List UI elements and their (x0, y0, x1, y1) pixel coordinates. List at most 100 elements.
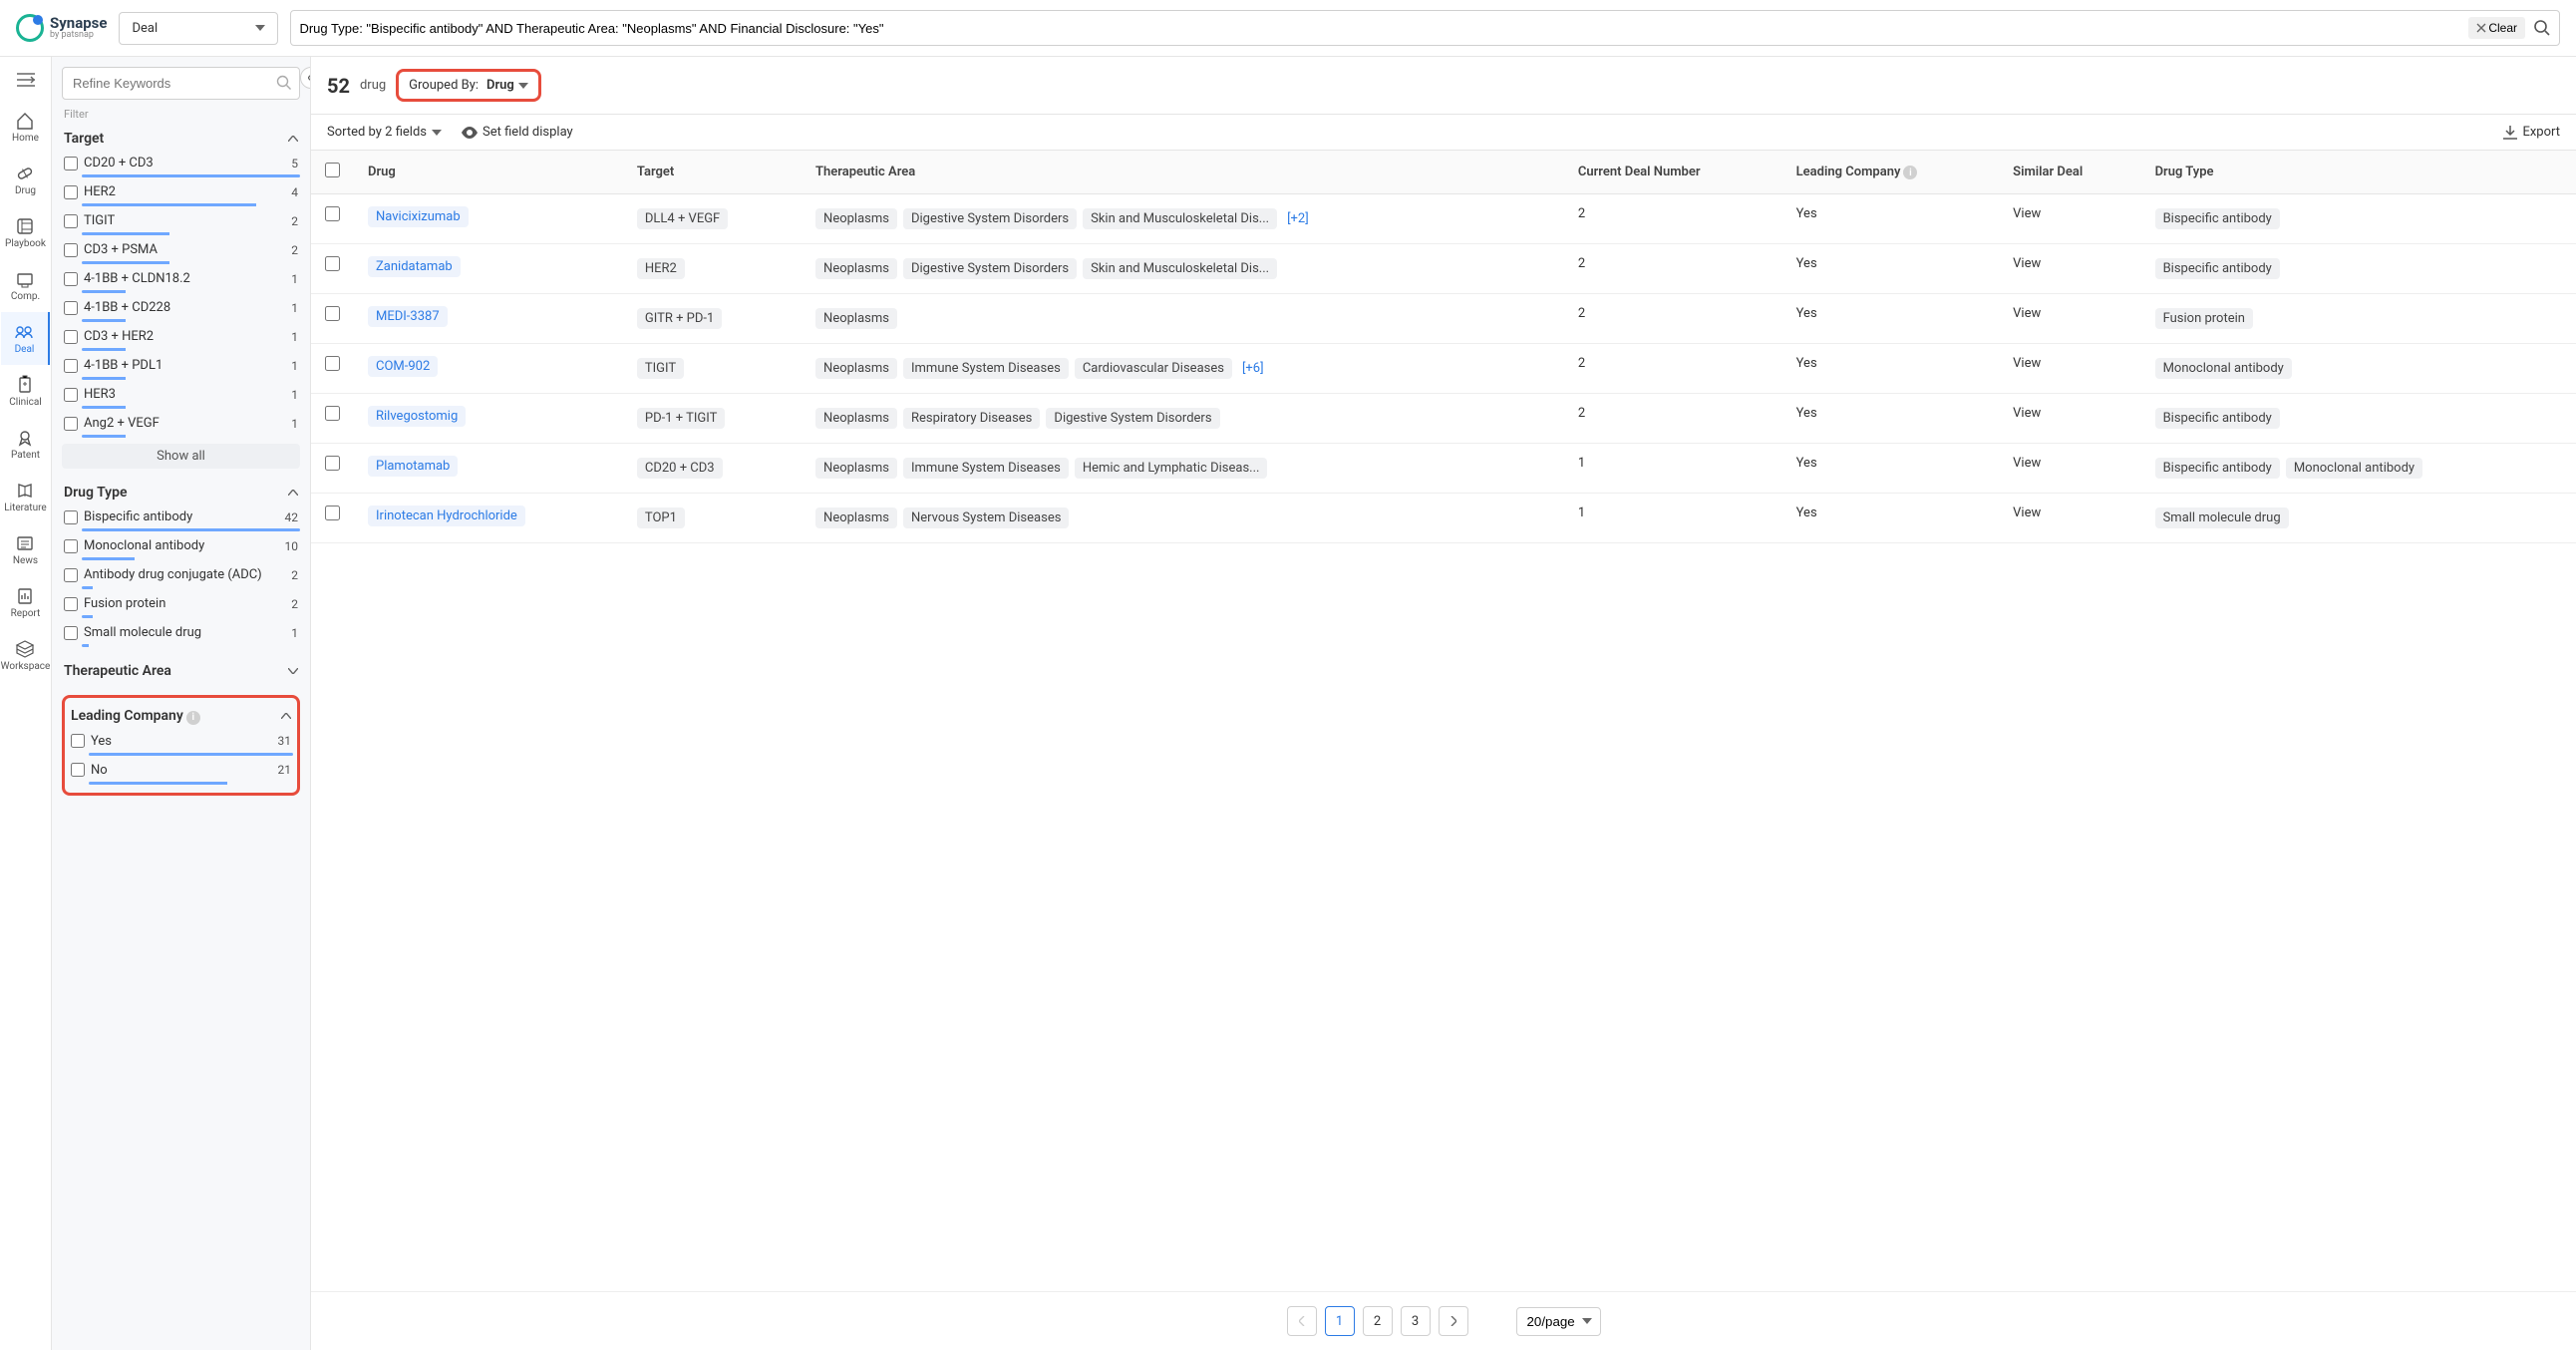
ta-more-link[interactable]: [+6] (1238, 358, 1268, 379)
filter-checkbox[interactable] (64, 272, 78, 286)
vnav-item-home[interactable]: Home (1, 101, 51, 154)
filter-checkbox[interactable] (64, 359, 78, 373)
filter-checkbox[interactable] (64, 626, 78, 640)
row-checkbox[interactable] (325, 206, 340, 221)
filter-checkbox[interactable] (64, 388, 78, 402)
drug-type-tag[interactable]: Bispecific antibody (2155, 458, 2280, 479)
filter-item[interactable]: CD20 + CD35 (62, 153, 300, 173)
page-button[interactable]: 3 (1401, 1306, 1431, 1336)
grouped-by-select[interactable]: Drug (486, 78, 528, 93)
ta-tag[interactable]: Hemic and Lymphatic Diseas... (1075, 458, 1268, 479)
filter-item[interactable]: Fusion protein2 (62, 593, 300, 614)
ta-tag[interactable]: Neoplasms (815, 358, 897, 379)
ta-tag[interactable]: Respiratory Diseases (903, 408, 1040, 429)
row-checkbox[interactable] (325, 256, 340, 271)
search-input[interactable] (299, 21, 2460, 36)
vnav-item-report[interactable]: Report (1, 576, 51, 629)
row-checkbox[interactable] (325, 356, 340, 371)
filter-checkbox[interactable] (64, 417, 78, 431)
drug-type-tag[interactable]: Bispecific antibody (2155, 408, 2280, 429)
drug-link[interactable]: COM-902 (368, 356, 438, 377)
filter-item[interactable]: 4-1BB + CLDN18.21 (62, 268, 300, 289)
drug-type-tag[interactable]: Bispecific antibody (2155, 208, 2280, 229)
row-checkbox[interactable] (325, 506, 340, 520)
ta-tag[interactable]: Digestive System Disorders (903, 208, 1077, 229)
vnav-item-clinical[interactable]: Clinical (1, 365, 51, 418)
drug-type-tag[interactable]: Monoclonal antibody (2286, 458, 2422, 479)
ta-tag[interactable]: Skin and Musculoskeletal Dis... (1083, 208, 1277, 229)
filter-item[interactable]: TIGIT2 (62, 210, 300, 231)
refine-input[interactable] (62, 67, 300, 100)
filter-head-target[interactable]: Target (62, 125, 300, 153)
ta-tag[interactable]: Neoplasms (815, 458, 897, 479)
export-button[interactable]: Export (2503, 125, 2560, 140)
filter-head-drug-type[interactable]: Drug Type (62, 479, 300, 506)
filter-checkbox[interactable] (64, 214, 78, 228)
drug-link[interactable]: Irinotecan Hydrochloride (368, 506, 525, 526)
filter-item[interactable]: Small molecule drug1 (62, 622, 300, 643)
filter-item[interactable]: Ang2 + VEGF1 (62, 413, 300, 434)
target-tag[interactable]: GITR + PD-1 (637, 308, 722, 329)
vnav-item-literature[interactable]: Literature (1, 471, 51, 523)
filter-item[interactable]: 4-1BB + PDL11 (62, 355, 300, 376)
drug-link[interactable]: Rilvegostomig (368, 406, 466, 427)
filter-item[interactable]: 4-1BB + CD2281 (62, 297, 300, 318)
module-select[interactable]: Deal (119, 12, 278, 45)
filter-item[interactable]: HER24 (62, 181, 300, 202)
prev-page-button[interactable] (1287, 1306, 1317, 1336)
vnav-item-workspace[interactable]: Workspace (1, 629, 51, 682)
ta-tag[interactable]: Neoplasms (815, 258, 897, 279)
filter-item[interactable]: Monoclonal antibody10 (62, 535, 300, 556)
panel-collapse-handle[interactable] (300, 67, 311, 89)
filter-item[interactable]: Antibody drug conjugate (ADC)2 (62, 564, 300, 585)
ta-tag[interactable]: Neoplasms (815, 408, 897, 429)
view-similar-link[interactable]: View (2013, 206, 2041, 221)
filter-checkbox[interactable] (64, 243, 78, 257)
ta-tag[interactable]: Neoplasms (815, 308, 897, 329)
vnav-item-comp[interactable]: Comp. (1, 259, 51, 312)
vnav-item-drug[interactable]: Drug (1, 154, 51, 206)
view-similar-link[interactable]: View (2013, 406, 2041, 421)
filter-checkbox[interactable] (71, 734, 85, 748)
drug-link[interactable]: Zanidatamab (368, 256, 461, 277)
filter-head-leading-company[interactable]: Leading Companyi (69, 702, 293, 731)
view-similar-link[interactable]: View (2013, 306, 2041, 321)
filter-checkbox[interactable] (64, 510, 78, 524)
target-tag[interactable]: PD-1 + TIGIT (637, 408, 725, 429)
row-checkbox[interactable] (325, 306, 340, 321)
show-all-button[interactable]: Show all (62, 444, 300, 469)
row-checkbox[interactable] (325, 456, 340, 471)
filter-checkbox[interactable] (71, 763, 85, 777)
filter-item[interactable]: No21 (69, 760, 293, 781)
drug-type-tag[interactable]: Monoclonal antibody (2155, 358, 2292, 379)
filter-item[interactable]: CD3 + PSMA2 (62, 239, 300, 260)
ta-tag[interactable]: Immune System Diseases (903, 458, 1069, 479)
filter-item[interactable]: CD3 + HER21 (62, 326, 300, 347)
drug-link[interactable]: Plamotamab (368, 456, 458, 477)
vnav-item-playbook[interactable]: Playbook (1, 206, 51, 259)
brand-logo[interactable]: Synapse by patsnap (16, 14, 107, 42)
filter-checkbox[interactable] (64, 539, 78, 553)
next-page-button[interactable] (1439, 1306, 1468, 1336)
ta-more-link[interactable]: [+2] (1283, 208, 1313, 229)
ta-tag[interactable]: Skin and Musculoskeletal Dis... (1083, 258, 1277, 279)
vnav-item-patent[interactable]: Patent (1, 418, 51, 471)
ta-tag[interactable]: Digestive System Disorders (1046, 408, 1219, 429)
filter-checkbox[interactable] (64, 597, 78, 611)
page-button[interactable]: 2 (1363, 1306, 1393, 1336)
drug-link[interactable]: Navicixizumab (368, 206, 469, 227)
view-similar-link[interactable]: View (2013, 256, 2041, 271)
drug-type-tag[interactable]: Bispecific antibody (2155, 258, 2280, 279)
filter-item[interactable]: Bispecific antibody42 (62, 506, 300, 527)
view-similar-link[interactable]: View (2013, 356, 2041, 371)
target-tag[interactable]: TIGIT (637, 358, 684, 379)
drug-type-tag[interactable]: Fusion protein (2155, 308, 2253, 329)
target-tag[interactable]: CD20 + CD3 (637, 458, 723, 479)
target-tag[interactable]: TOP1 (637, 507, 685, 528)
ta-tag[interactable]: Neoplasms (815, 208, 897, 229)
ta-tag[interactable]: Digestive System Disorders (903, 258, 1077, 279)
ta-tag[interactable]: Immune System Diseases (903, 358, 1069, 379)
filter-checkbox[interactable] (64, 157, 78, 170)
nav-toggle[interactable] (0, 65, 51, 95)
ta-tag[interactable]: Nervous System Diseases (903, 507, 1069, 528)
